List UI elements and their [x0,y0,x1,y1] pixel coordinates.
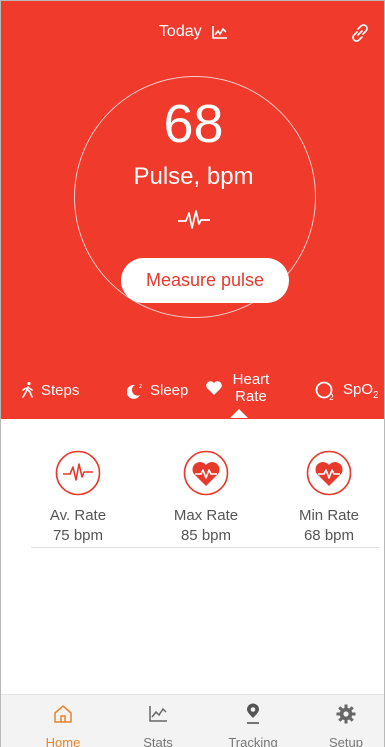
moon-icon: z [127,383,142,399]
active-tab-indicator [230,409,248,418]
nav-home-label: Home [45,735,81,747]
pulse-value: 68 [163,94,224,154]
measure-pulse-button[interactable]: Measure pulse [121,258,289,303]
nav-tracking[interactable]: Tracking [213,695,293,747]
nav-home[interactable]: Home [23,695,103,747]
date-selector[interactable]: Today [1,23,384,41]
max-rate: Max Rate 85 bpm [146,450,266,544]
location-pin-icon [247,703,259,724]
home-icon [54,705,72,723]
nav-setup-label: Setup [329,735,363,747]
rate-name: Min Rate [298,507,360,524]
tab-sleep[interactable]: z Sleep [127,381,188,399]
av-rate: Av. Rate 75 bpm [18,450,138,544]
pulse-label: Pulse, bpm [133,163,254,190]
app-frame: Today 68 Pulse, bpm Measure pulse Steps … [0,0,385,747]
link-icon[interactable] [348,21,372,45]
tab-spo2[interactable]: 2 SpO2 [314,381,379,401]
hero-panel: Today 68 Pulse, bpm Measure pulse Steps … [1,1,384,419]
metric-tabs: Steps z Sleep Heart Rate 2 SpO2 [1,369,384,419]
nav-stats-label: Stats [143,735,173,747]
header-title: Today [158,23,202,40]
min-rate: Min Rate 68 bpm [269,450,384,544]
o2-icon: 2 [315,381,334,401]
svg-text:2: 2 [329,393,334,401]
tab-spo2-label: SpO2 [343,381,379,401]
tab-heart-rate[interactable]: Heart Rate [205,371,273,418]
nav-stats[interactable]: Stats [118,695,198,747]
walk-icon [22,381,33,398]
nav-tracking-label: Tracking [228,735,278,747]
rate-value: 68 bpm [303,527,355,544]
chart-icon [149,706,167,722]
tab-sleep-label: Sleep [150,381,189,399]
tab-heart-rate-label: Heart Rate [232,371,270,405]
wave-circle-icon [55,450,101,496]
divider [31,547,379,548]
heart-circle-icon [183,450,229,496]
gear-icon [336,704,356,724]
rate-name: Av. Rate [49,507,107,524]
heart-icon [206,381,222,395]
heart-circle-icon [306,450,352,496]
tab-steps-label: Steps [41,381,80,399]
rate-name: Max Rate [173,507,239,524]
chart-icon [212,26,228,39]
tab-steps[interactable]: Steps [21,381,79,399]
bottom-nav: Home Stats Tracking Setup [1,694,384,747]
heartbeat-wave-icon [178,210,210,229]
rate-value: 85 bpm [180,527,232,544]
rate-value: 75 bpm [52,527,104,544]
nav-setup[interactable]: Setup [306,695,384,747]
svg-text:z: z [139,383,142,390]
